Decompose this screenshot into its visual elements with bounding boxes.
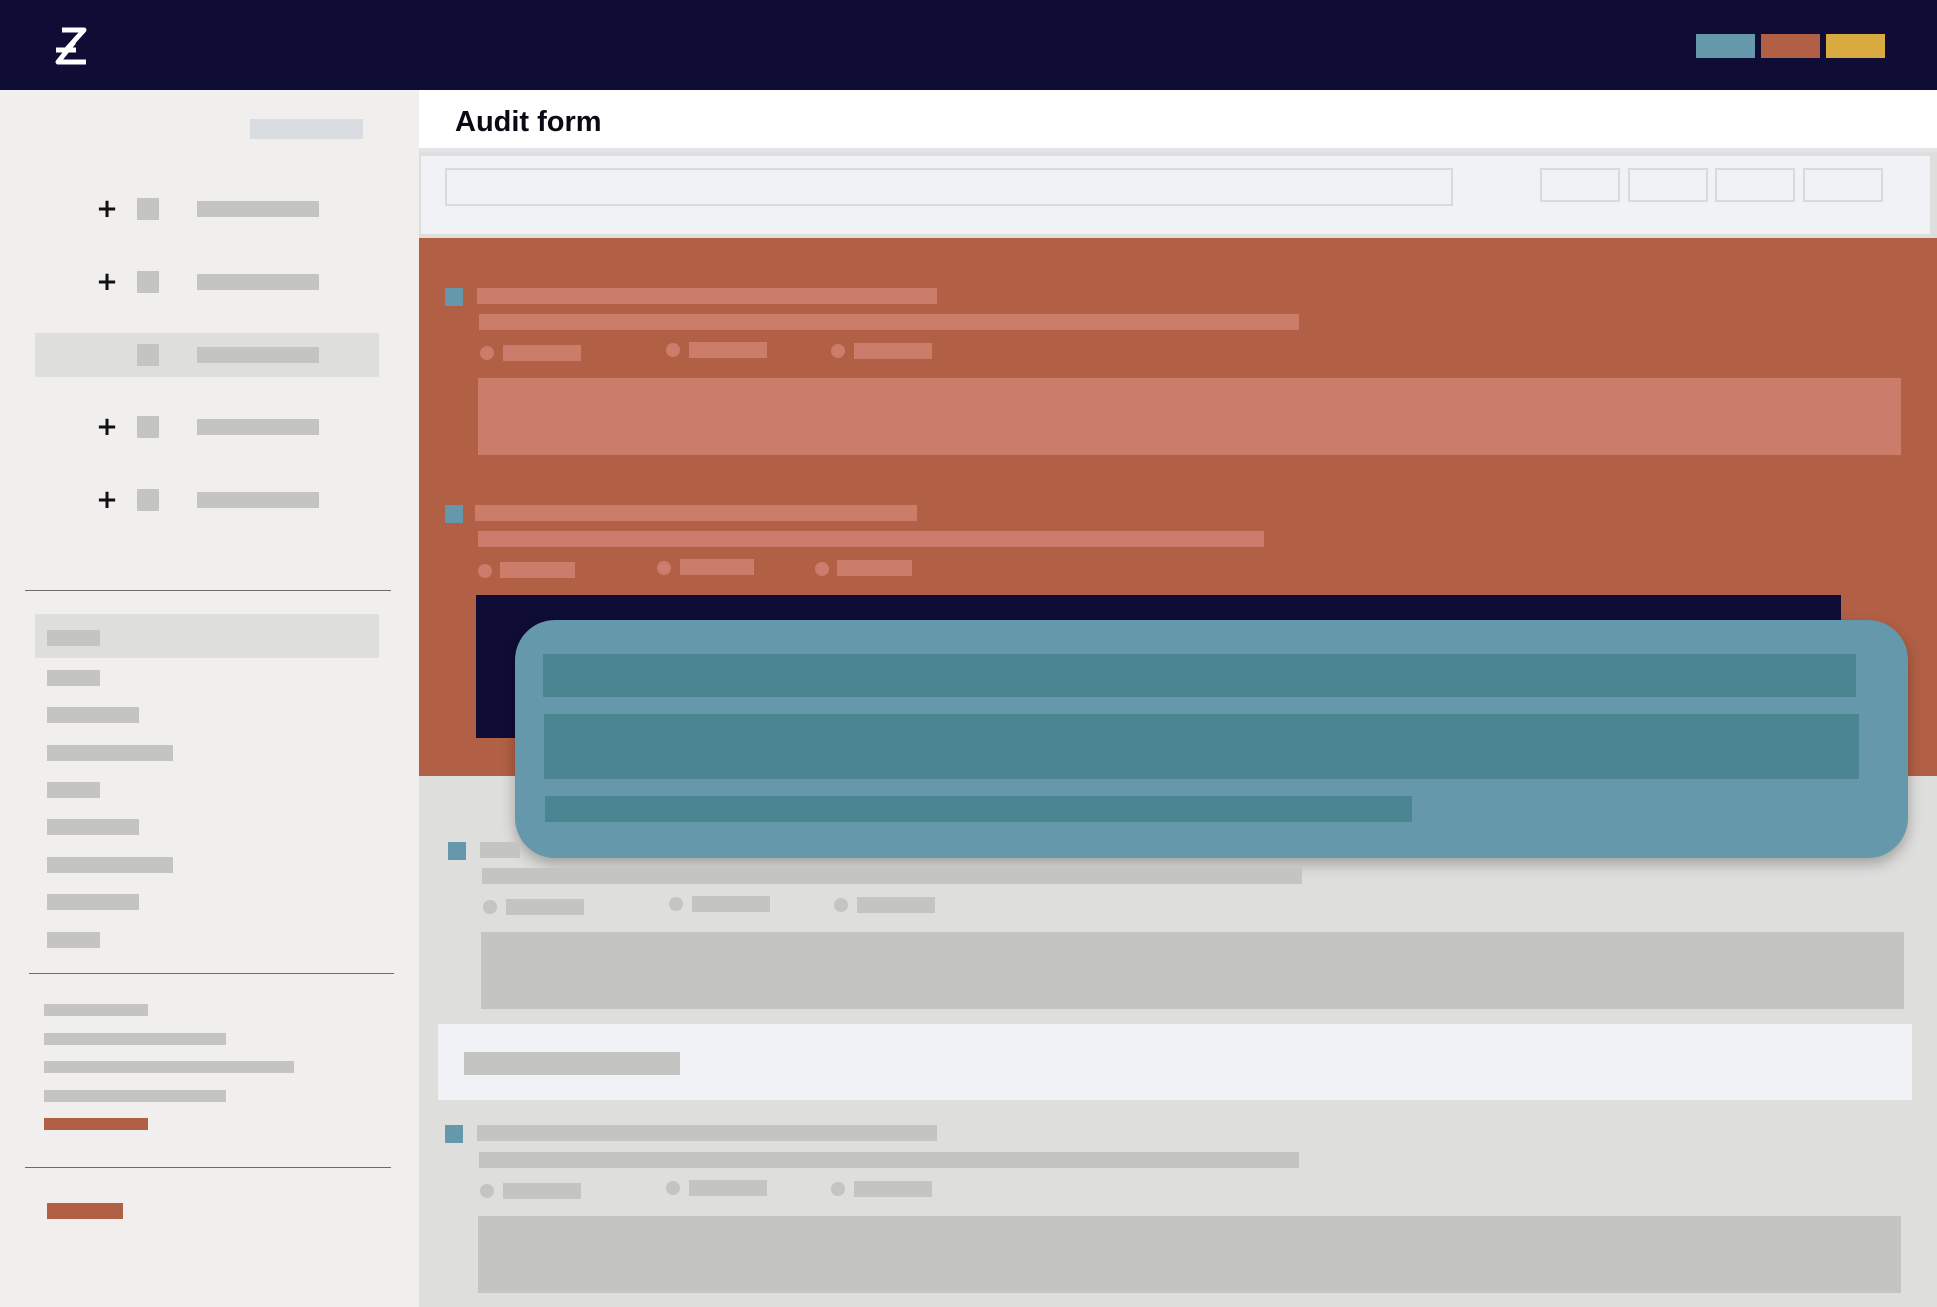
sidebar-list-item[interactable] xyxy=(47,630,100,646)
plus-icon[interactable]: + xyxy=(95,269,119,295)
question-title xyxy=(480,842,520,858)
sidebar-tree-item-label[interactable] xyxy=(197,201,319,217)
folder-icon xyxy=(137,344,159,366)
question-description xyxy=(482,868,1302,884)
toolbar-button[interactable] xyxy=(1628,168,1708,202)
top-bar xyxy=(0,0,1937,90)
sidebar-list-item[interactable] xyxy=(47,670,100,686)
radio-option[interactable] xyxy=(478,564,492,578)
blue-swatch-button[interactable] xyxy=(1696,34,1755,58)
question-checkbox[interactable] xyxy=(445,505,463,523)
sidebar-divider xyxy=(25,590,391,591)
radio-option-label[interactable] xyxy=(857,897,935,913)
question-title xyxy=(477,288,937,304)
radio-option[interactable] xyxy=(834,898,848,912)
sidebar-list-item[interactable] xyxy=(47,932,100,948)
question-description xyxy=(479,1152,1299,1168)
radio-option-label[interactable] xyxy=(854,1181,932,1197)
sidebar-list-item[interactable] xyxy=(47,819,139,835)
folder-icon xyxy=(137,271,159,293)
sidebar-tree-item-label[interactable] xyxy=(197,419,319,435)
search-input[interactable] xyxy=(445,168,1453,206)
answer-textarea[interactable] xyxy=(478,378,1901,455)
sidebar-link-active[interactable] xyxy=(44,1118,148,1130)
question-checkbox[interactable] xyxy=(448,842,466,860)
radio-option-label[interactable] xyxy=(854,343,932,359)
radio-option-label[interactable] xyxy=(506,899,584,915)
radio-option[interactable] xyxy=(831,1182,845,1196)
plus-icon[interactable]: + xyxy=(95,487,119,513)
sidebar-list-item[interactable] xyxy=(47,707,139,723)
popup-line xyxy=(544,714,1859,779)
question-checkbox[interactable] xyxy=(445,1125,463,1143)
question-title xyxy=(475,505,917,521)
plus-icon[interactable]: + xyxy=(95,414,119,440)
radio-option-label[interactable] xyxy=(692,896,770,912)
sidebar-action-button[interactable] xyxy=(47,1203,123,1219)
radio-option[interactable] xyxy=(669,897,683,911)
sidebar-list-item[interactable] xyxy=(47,894,139,910)
sidebar-link[interactable] xyxy=(44,1004,148,1016)
sidebar-list-item[interactable] xyxy=(47,857,173,873)
question-description xyxy=(479,314,1299,330)
sidebar-tree-item-label[interactable] xyxy=(197,347,319,363)
sidebar-tree-item-label[interactable] xyxy=(197,274,319,290)
popup-line xyxy=(543,654,1856,697)
radio-option[interactable] xyxy=(666,1181,680,1195)
radio-option-label[interactable] xyxy=(503,345,581,361)
answer-textarea[interactable] xyxy=(481,932,1904,1009)
question-description xyxy=(478,531,1264,547)
title-bar xyxy=(419,90,1937,152)
yellow-swatch-button[interactable] xyxy=(1826,34,1885,58)
toolbar-button[interactable] xyxy=(1715,168,1795,202)
radio-option[interactable] xyxy=(483,900,497,914)
sidebar-link[interactable] xyxy=(44,1061,294,1073)
sidebar-tree-item-label[interactable] xyxy=(197,492,319,508)
radio-option[interactable] xyxy=(666,343,680,357)
section-title xyxy=(464,1052,680,1075)
radio-option-label[interactable] xyxy=(500,562,575,578)
radio-option[interactable] xyxy=(480,346,494,360)
orange-swatch-button[interactable] xyxy=(1761,34,1820,58)
sidebar-divider xyxy=(29,973,394,974)
sidebar-header-placeholder xyxy=(250,119,363,139)
folder-icon xyxy=(137,489,159,511)
sidebar-divider xyxy=(25,1167,391,1168)
radio-option-label[interactable] xyxy=(680,559,754,575)
sidebar-list-item[interactable] xyxy=(47,745,173,761)
sidebar-link[interactable] xyxy=(44,1033,226,1045)
question-checkbox[interactable] xyxy=(445,288,463,306)
radio-option[interactable] xyxy=(657,561,671,575)
radio-option-label[interactable] xyxy=(689,342,767,358)
radio-option[interactable] xyxy=(480,1184,494,1198)
sidebar-link[interactable] xyxy=(44,1090,226,1102)
sidebar-list-item[interactable] xyxy=(47,782,100,798)
radio-option[interactable] xyxy=(815,562,829,576)
question-title xyxy=(477,1125,937,1141)
answer-textarea[interactable] xyxy=(478,1216,1901,1293)
radio-option[interactable] xyxy=(831,344,845,358)
folder-icon xyxy=(137,416,159,438)
page-title: Audit form xyxy=(455,106,602,138)
plus-icon[interactable]: + xyxy=(95,196,119,222)
toolbar-button[interactable] xyxy=(1540,168,1620,202)
popup-line xyxy=(545,796,1412,822)
z-logo-icon[interactable] xyxy=(52,26,90,68)
radio-option-label[interactable] xyxy=(689,1180,767,1196)
radio-option-label[interactable] xyxy=(503,1183,581,1199)
folder-icon xyxy=(137,198,159,220)
radio-option-label[interactable] xyxy=(837,560,912,576)
toolbar-button[interactable] xyxy=(1803,168,1883,202)
